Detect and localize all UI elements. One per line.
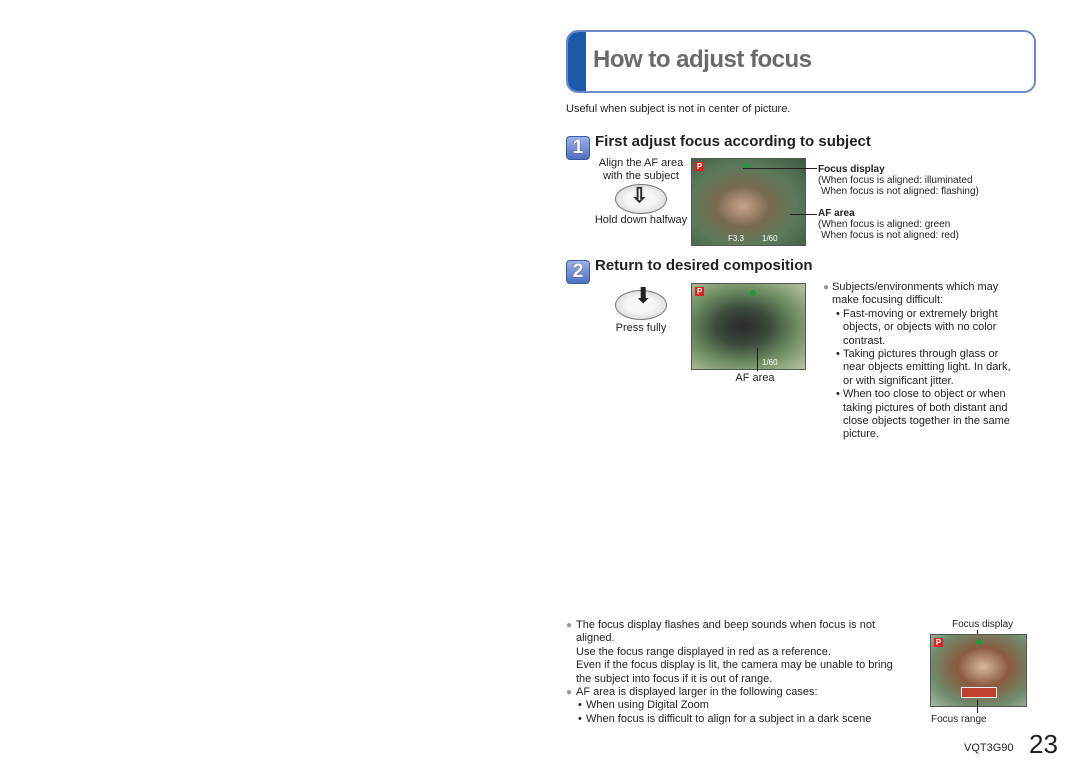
list-line: taking pictures of both distant and — [843, 401, 1008, 414]
list-line: Subjects/environments which may — [832, 281, 999, 293]
arrow-down-icon: ⇩ — [631, 185, 649, 208]
camera-screen-2: P 1/60 — [691, 283, 806, 370]
shutter-button-icon: ⬇ — [615, 283, 667, 320]
caption-line: Align the AF area — [598, 157, 684, 169]
step-1-heading: First adjust focus according to subject — [595, 133, 871, 150]
list-line: When too close to object or when — [843, 388, 1006, 401]
step-2-badge: 2 — [566, 260, 590, 284]
leader-line — [977, 700, 978, 713]
af-area-callout: AF area (When focus is aligned: green Wh… — [818, 208, 959, 241]
bullet-icon: ● — [566, 687, 573, 699]
note-line: When using Digital Zoom — [586, 699, 709, 712]
camera-screen-3: P — [930, 634, 1027, 707]
aperture: F3.3 — [728, 234, 745, 243]
focus-display-indicator — [976, 639, 982, 645]
notes: ● The focus display flashes and beep sou… — [566, 619, 926, 726]
list-line: close objects together in the same — [843, 415, 1010, 428]
arrow-down-icon: ⬇ — [634, 283, 653, 308]
bullet-icon: ● — [823, 282, 830, 293]
shutter-button-icon: ⇩ — [615, 184, 667, 214]
page-title: How to adjust focus — [593, 46, 812, 73]
focus-display-label: Focus display — [952, 619, 1014, 630]
title-box: How to adjust focus — [566, 30, 1036, 93]
mode-icon: P — [934, 638, 943, 647]
list-line: objects, or objects with no color — [843, 321, 997, 334]
focus-range-bar — [961, 687, 997, 698]
note-line: Even if the focus display is lit, the ca… — [576, 659, 893, 672]
shutter-speed: 1/60 — [762, 358, 778, 367]
af-area-label: AF area — [735, 372, 775, 384]
bullet-icon: • — [578, 699, 582, 712]
camera-screen-1: P F3.3 1/60 — [691, 158, 806, 246]
callout-line: When focus is not aligned: red) — [821, 230, 959, 241]
difficult-conditions-list: ● Subjects/environments which may make foc… — [823, 281, 1033, 442]
list-line: Fast-moving or extremely bright — [843, 307, 998, 320]
callout-line: (When focus is aligned: green — [818, 219, 951, 230]
list-line: or with significant jitter. — [843, 374, 954, 387]
callout-line: When focus is not aligned: flashing) — [821, 186, 979, 197]
step-1-badge: 1 — [566, 136, 590, 160]
note-line: When focus is difficult to align for a s… — [586, 712, 872, 725]
mode-icon: P — [695, 287, 704, 296]
callout-label: Focus display — [818, 164, 885, 175]
bullet-icon: • — [836, 348, 840, 361]
bullet-icon: • — [836, 388, 840, 401]
step-1-caption-bottom: Hold down halfway — [594, 214, 688, 226]
shutter-speed: 1/60 — [762, 234, 778, 243]
bullet-icon: ● — [566, 620, 573, 631]
callout-label: AF area — [818, 208, 855, 219]
intro-text: Useful when subject is not in center of … — [566, 103, 791, 115]
callout-line: (When focus is aligned: illuminated — [818, 175, 973, 186]
caption-line: with the subject — [603, 170, 679, 183]
list-line: near objects emitting light. In dark, — [843, 361, 1011, 374]
note-line: The focus display flashes and beep sound… — [576, 619, 876, 631]
list-line: make focusing difficult: — [832, 294, 944, 307]
title-stripe — [568, 32, 586, 91]
list-line: Taking pictures through glass or — [843, 348, 999, 361]
step-1-caption-top: Align the AF area with the subject — [591, 157, 691, 184]
focus-range-label: Focus range — [931, 714, 987, 725]
leader-line — [743, 168, 817, 169]
note-line: AF area is displayed larger in the follo… — [576, 686, 818, 699]
leader-line — [757, 348, 758, 371]
bullet-icon: • — [578, 712, 582, 725]
focus-display-indicator — [750, 290, 756, 296]
note-line: aligned. — [576, 632, 615, 645]
mode-icon: P — [695, 162, 704, 171]
note-line: the subject into focus if it is out of r… — [576, 672, 773, 685]
list-line: contrast. — [843, 334, 886, 347]
page-number: 23 — [1029, 729, 1058, 759]
step-2-caption: Press fully — [615, 322, 667, 334]
bullet-icon: • — [836, 307, 840, 320]
model-code: VQT3G90 — [964, 742, 1014, 754]
step-2-heading: Return to desired composition — [595, 257, 813, 274]
note-line: Use the focus range displayed in red as … — [576, 645, 831, 658]
focus-display-callout: Focus display (When focus is aligned: il… — [818, 164, 979, 197]
leader-line — [790, 214, 817, 215]
list-line: picture. — [843, 428, 880, 441]
